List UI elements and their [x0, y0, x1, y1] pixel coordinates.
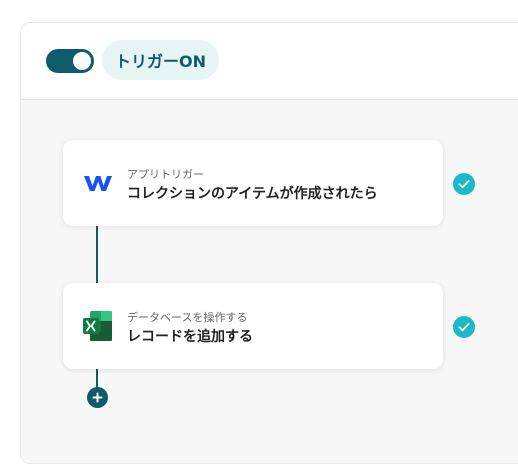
plus-icon	[92, 392, 103, 403]
step-title: レコードを追加する	[127, 329, 253, 345]
toggle-knob	[73, 52, 91, 70]
flow-connector	[96, 226, 98, 283]
flow-connector	[96, 369, 98, 389]
flow-step-trigger[interactable]: アプリトリガー コレクションのアイテムが作成されたら	[63, 140, 443, 226]
add-step-button[interactable]	[87, 387, 108, 408]
trigger-status-badge: トリガーON	[102, 40, 219, 80]
check-icon	[453, 173, 475, 195]
step-subtitle: アプリトリガー	[127, 168, 204, 181]
excel-icon	[83, 311, 112, 341]
trigger-toggle[interactable]	[46, 49, 94, 73]
step-subtitle: データベースを操作する	[127, 311, 248, 324]
webflow-icon	[84, 176, 112, 191]
flow-header: トリガーON	[21, 23, 518, 100]
trigger-status-label: トリガーON	[115, 52, 206, 71]
step-title: コレクションのアイテムが作成されたら	[127, 186, 378, 202]
check-icon	[453, 316, 475, 338]
flow-step-action[interactable]: データベースを操作する レコードを追加する	[63, 283, 443, 369]
